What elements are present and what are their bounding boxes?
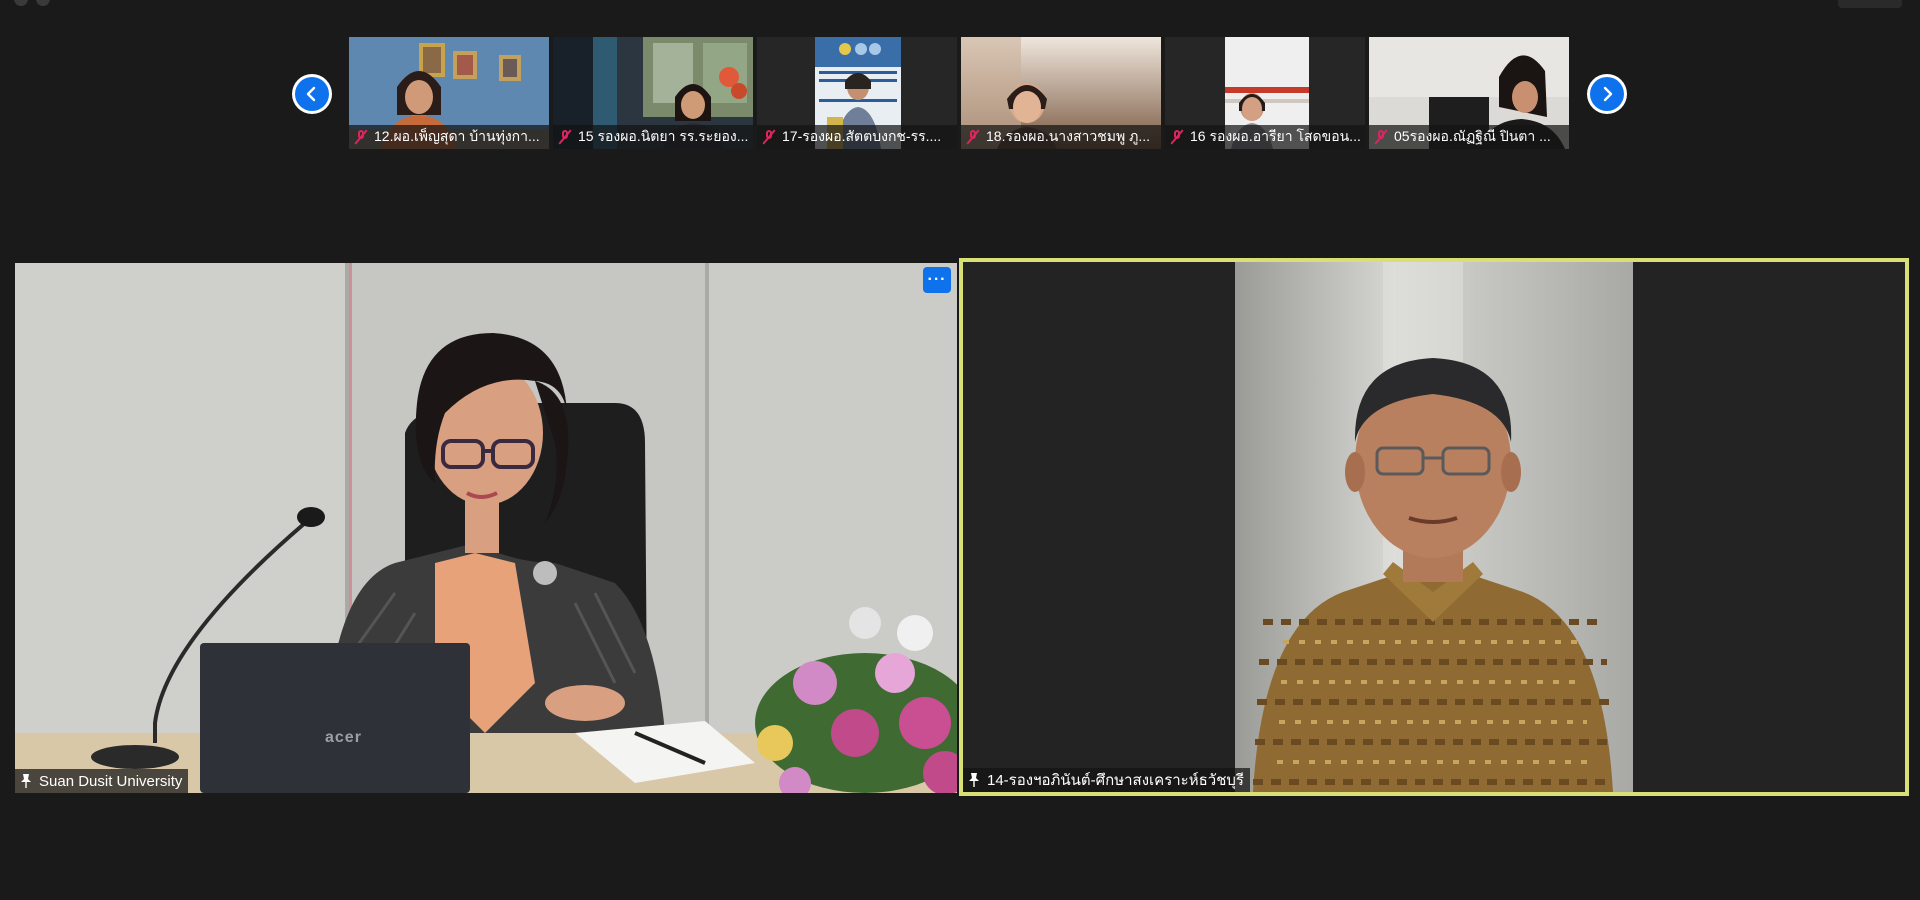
window-corner-controls: [14, 0, 50, 6]
participant-thumbnail[interactable]: 18.รองผอ.นางสาวชมพู ภู...: [961, 37, 1161, 149]
participant-nameplate: Suan Dusit University: [15, 769, 189, 793]
mic-muted-icon: [1373, 129, 1389, 145]
mic-muted-icon: [965, 129, 981, 145]
participant-name: 15 รองผอ.นิตยา รร.ระยอง...: [578, 128, 749, 144]
participant-thumbnail[interactable]: 16 รองผอ.อารียา โสดขอน...: [1165, 37, 1365, 149]
pin-icon: [21, 774, 31, 788]
participant-filmstrip: 12.ผอ.เพ็ญสุดา บ้านทุ่งกา... 15 รองผอ.นิ…: [349, 37, 1571, 149]
participant-thumbnail[interactable]: 15 รองผอ.นิตยา รร.ระยอง...: [553, 37, 753, 149]
filmstrip-prev-button[interactable]: [292, 74, 332, 114]
participant-name: 18.รองผอ.นางสาวชมพู ภู...: [986, 128, 1151, 144]
participant-nameplate: 12.ผอ.เพ็ญสุดา บ้านทุ่งกา...: [349, 125, 549, 149]
mic-muted-icon: [353, 129, 369, 145]
laptop-brand: acer: [325, 729, 362, 746]
video-tile-active-speaker[interactable]: 14-รองฯอภินันต์-ศึกษาสงเคราะห์ธวัชบุรี: [959, 258, 1909, 796]
view-toggle-button[interactable]: [1838, 0, 1902, 8]
participant-video: [963, 262, 1905, 792]
participant-nameplate: 15 รองผอ.นิตยา รร.ระยอง...: [553, 125, 753, 149]
participant-name: 17-รองผอ.สัตตบงกช-รร....: [782, 128, 942, 144]
pin-icon: [969, 773, 979, 787]
participant-name: 14-รองฯอภินันต์-ศึกษาสงเคราะห์ธวัชบุรี: [987, 772, 1244, 789]
participant-thumbnail[interactable]: 05รองผอ.ณัฏฐิณี ปินตา ...: [1369, 37, 1569, 149]
participant-thumbnail[interactable]: 17-รองผอ.สัตตบงกช-รร....: [757, 37, 957, 149]
more-options-button[interactable]: ···: [923, 267, 951, 293]
meeting-window: 12.ผอ.เพ็ญสุดา บ้านทุ่งกา... 15 รองผอ.นิ…: [0, 0, 1920, 900]
ellipsis-icon: ···: [927, 271, 947, 288]
filmstrip-next-button[interactable]: [1587, 74, 1627, 114]
participant-nameplate: 18.รองผอ.นางสาวชมพู ภู...: [961, 125, 1161, 149]
participant-name: 05รองผอ.ณัฏฐิณี ปินตา ...: [1394, 128, 1551, 144]
window-control-icon[interactable]: [36, 0, 50, 6]
participant-nameplate: 16 รองผอ.อารียา โสดขอน...: [1165, 125, 1365, 149]
participant-nameplate: 05รองผอ.ณัฏฐิณี ปินตา ...: [1369, 125, 1569, 149]
participant-name: 12.ผอ.เพ็ญสุดา บ้านทุ่งกา...: [374, 128, 540, 144]
participant-video: [15, 263, 957, 793]
mic-muted-icon: [761, 129, 777, 145]
mic-muted-icon: [1169, 129, 1185, 145]
window-control-icon[interactable]: [14, 0, 28, 6]
chevron-left-icon: [306, 86, 316, 102]
mic-muted-icon: [557, 129, 573, 145]
participant-name: 16 รองผอ.อารียา โสดขอน...: [1190, 128, 1361, 144]
video-tile-suan-dusit[interactable]: acer ··· Suan Dusit University: [15, 263, 957, 793]
participant-name: Suan Dusit University: [39, 772, 183, 790]
participant-thumbnail[interactable]: 12.ผอ.เพ็ญสุดา บ้านทุ่งกา...: [349, 37, 549, 149]
chevron-right-icon: [1603, 86, 1613, 102]
participant-nameplate: 17-รองผอ.สัตตบงกช-รร....: [757, 125, 957, 149]
participant-nameplate: 14-รองฯอภินันต์-ศึกษาสงเคราะห์ธวัชบุรี: [963, 768, 1250, 792]
